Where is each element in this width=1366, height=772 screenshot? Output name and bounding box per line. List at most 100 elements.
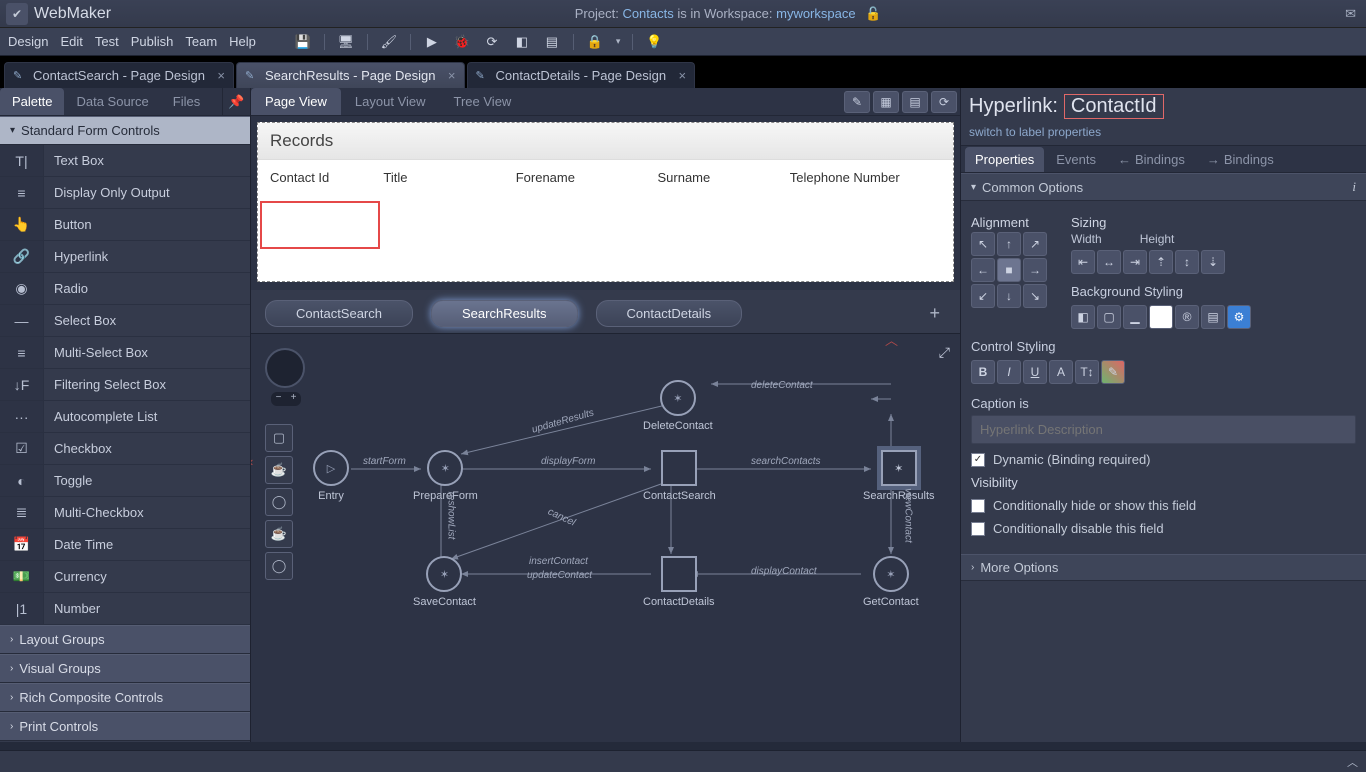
align-c[interactable]: ■ — [997, 258, 1021, 282]
tab-treeview[interactable]: Tree View — [440, 88, 526, 115]
group-common[interactable]: ▾Common Optionsi — [961, 173, 1366, 201]
align-t[interactable]: ↑ — [997, 232, 1021, 256]
palette-item-number[interactable]: |1Number — [0, 593, 250, 625]
align-tl[interactable]: ↖ — [971, 232, 995, 256]
palette-section-print[interactable]: ›Print Controls — [0, 712, 250, 741]
align-l[interactable]: ← — [971, 258, 995, 282]
node-deletecontact[interactable]: ✶DeleteContact — [643, 380, 713, 432]
palette-item-radio[interactable]: ◉Radio — [0, 273, 250, 305]
bg-shadow[interactable]: ▤ — [1201, 305, 1225, 329]
align-b[interactable]: ↓ — [997, 284, 1021, 308]
dynamic-checkbox[interactable]: ✓ — [971, 453, 985, 467]
palette-section-rich[interactable]: ›Rich Composite Controls — [0, 683, 250, 712]
col-contactid[interactable]: Contact Id — [270, 170, 383, 185]
col-forename[interactable]: Forename — [516, 170, 658, 185]
add-flow-icon[interactable]: + — [929, 303, 940, 324]
bg-border[interactable]: ▢ — [1097, 305, 1121, 329]
close-icon[interactable]: × — [217, 68, 225, 83]
menu-edit[interactable]: Edit — [60, 34, 82, 49]
style-underline[interactable]: U — [1023, 360, 1047, 384]
flow-pill-contactsearch[interactable]: ContactSearch — [265, 300, 413, 327]
palette-item-button[interactable]: 👆Button — [0, 209, 250, 241]
width-auto[interactable]: ↔ — [1097, 250, 1121, 274]
node-contactsearch[interactable]: ContactSearch — [643, 450, 716, 502]
menu-test[interactable]: Test — [95, 34, 119, 49]
tab-properties[interactable]: Properties — [965, 147, 1044, 172]
palette-item-hyperlink[interactable]: 🔗Hyperlink — [0, 241, 250, 273]
palette-item-currency[interactable]: 💵Currency — [0, 561, 250, 593]
window-icon[interactable]: ◧ — [513, 34, 531, 50]
save-icon[interactable]: 💾 — [294, 34, 312, 50]
palette-item-datetime[interactable]: 📅Date Time — [0, 529, 250, 561]
left-tab-datasource[interactable]: Data Source — [64, 88, 160, 115]
mail-icon[interactable]: ✉ — [1345, 6, 1356, 22]
editor-tab-contactsearch[interactable]: ✎ContactSearch - Page Design× — [4, 62, 234, 88]
pin-icon[interactable]: 📌 — [222, 88, 250, 115]
menu-design[interactable]: Design — [8, 34, 48, 49]
records-group[interactable]: Records Contact Id Title Forename Surnam… — [257, 122, 954, 282]
layout1-tool[interactable]: ▦ — [873, 91, 899, 113]
col-title[interactable]: Title — [383, 170, 515, 185]
width-grow[interactable]: ⇥ — [1123, 250, 1147, 274]
stack-icon[interactable]: ▤ — [543, 34, 561, 50]
style-font[interactable]: A — [1049, 360, 1073, 384]
node-entry[interactable]: ▷Entry — [313, 450, 349, 502]
palette-item-display[interactable]: ≡Display Only Output — [0, 177, 250, 209]
palette-item-selectbox[interactable]: —Select Box — [0, 305, 250, 337]
workspace-link[interactable]: myworkspace — [776, 6, 855, 21]
menu-publish[interactable]: Publish — [131, 34, 174, 49]
palette-section-standard[interactable]: ▾Standard Form Controls — [0, 116, 250, 145]
project-link[interactable]: Contacts — [622, 6, 673, 21]
bg-settings[interactable]: ⚙ — [1227, 305, 1251, 329]
tab-events[interactable]: Events — [1046, 147, 1106, 172]
design-canvas[interactable]: Records Contact Id Title Forename Surnam… — [251, 116, 960, 290]
play-icon[interactable]: ▶ — [423, 34, 441, 50]
palette-section-visual[interactable]: ›Visual Groups — [0, 654, 250, 683]
palette-item-autocomplete[interactable]: ···Autocomplete List — [0, 401, 250, 433]
height-grow[interactable]: ⇣ — [1201, 250, 1225, 274]
left-tab-palette[interactable]: Palette — [0, 88, 64, 115]
palette-section-layout[interactable]: ›Layout Groups — [0, 625, 250, 654]
refresh-tool[interactable]: ⟳ — [931, 91, 957, 113]
style-color[interactable]: ✎ — [1101, 360, 1125, 384]
monitor-icon[interactable]: 🖥 — [337, 34, 355, 50]
flow-diagram[interactable]: ⤢ ‹ ︿ −+ ▢ ☕ ◯ ☕ ◯ ▷Entry — [251, 333, 960, 742]
style-italic[interactable]: I — [997, 360, 1021, 384]
node-savecontact[interactable]: ✶SaveContact — [413, 556, 476, 608]
menu-team[interactable]: Team — [185, 34, 217, 49]
cond-disable-checkbox[interactable] — [971, 522, 985, 536]
flow-pill-contactdetails[interactable]: ContactDetails — [596, 300, 743, 327]
layout2-tool[interactable]: ▤ — [902, 91, 928, 113]
bg-underline[interactable]: ▁ — [1123, 305, 1147, 329]
left-tab-files[interactable]: Files — [161, 88, 212, 115]
style-bold[interactable]: B — [971, 360, 995, 384]
palette-item-textbox[interactable]: T|Text Box — [0, 145, 250, 177]
node-searchresults[interactable]: ✶SearchResults — [863, 450, 935, 502]
palette-item-multiselect[interactable]: ≡Multi-Select Box — [0, 337, 250, 369]
style-size[interactable]: T↕ — [1075, 360, 1099, 384]
height-auto[interactable]: ↕ — [1175, 250, 1199, 274]
lock-icon[interactable]: 🔓 — [865, 6, 881, 21]
bg-rounded[interactable]: ® — [1175, 305, 1199, 329]
group-more[interactable]: ›More Options — [961, 554, 1366, 581]
tab-layoutview[interactable]: Layout View — [341, 88, 440, 115]
palette-item-toggle[interactable]: ◐Toggle — [0, 465, 250, 497]
lock2-icon[interactable]: 🔒 — [586, 34, 604, 50]
height-shrink[interactable]: ⇡ — [1149, 250, 1173, 274]
brush-icon[interactable]: 🖌 — [380, 34, 398, 50]
bg-fill[interactable]: ◧ — [1071, 305, 1095, 329]
node-contactdetails[interactable]: ContactDetails — [643, 556, 715, 608]
editor-tab-contactdetails[interactable]: ✎ContactDetails - Page Design× — [467, 62, 696, 88]
align-bl[interactable]: ↙ — [971, 284, 995, 308]
cond-hide-checkbox[interactable] — [971, 499, 985, 513]
editor-tab-searchresults[interactable]: ✎SearchResults - Page Design× — [236, 62, 465, 88]
collapse-icon[interactable]: ︿ — [1347, 754, 1358, 770]
align-r[interactable]: → — [1023, 258, 1047, 282]
bg-none[interactable] — [1149, 305, 1173, 329]
element-name[interactable]: ContactId — [1064, 94, 1164, 119]
bulb-icon[interactable]: 💡 — [645, 34, 663, 50]
menu-help[interactable]: Help — [229, 34, 256, 49]
flow-pill-searchresults[interactable]: SearchResults — [431, 300, 578, 327]
node-getcontact[interactable]: ✶GetContact — [863, 556, 919, 608]
palette-item-filterselect[interactable]: ↓FFiltering Select Box — [0, 369, 250, 401]
